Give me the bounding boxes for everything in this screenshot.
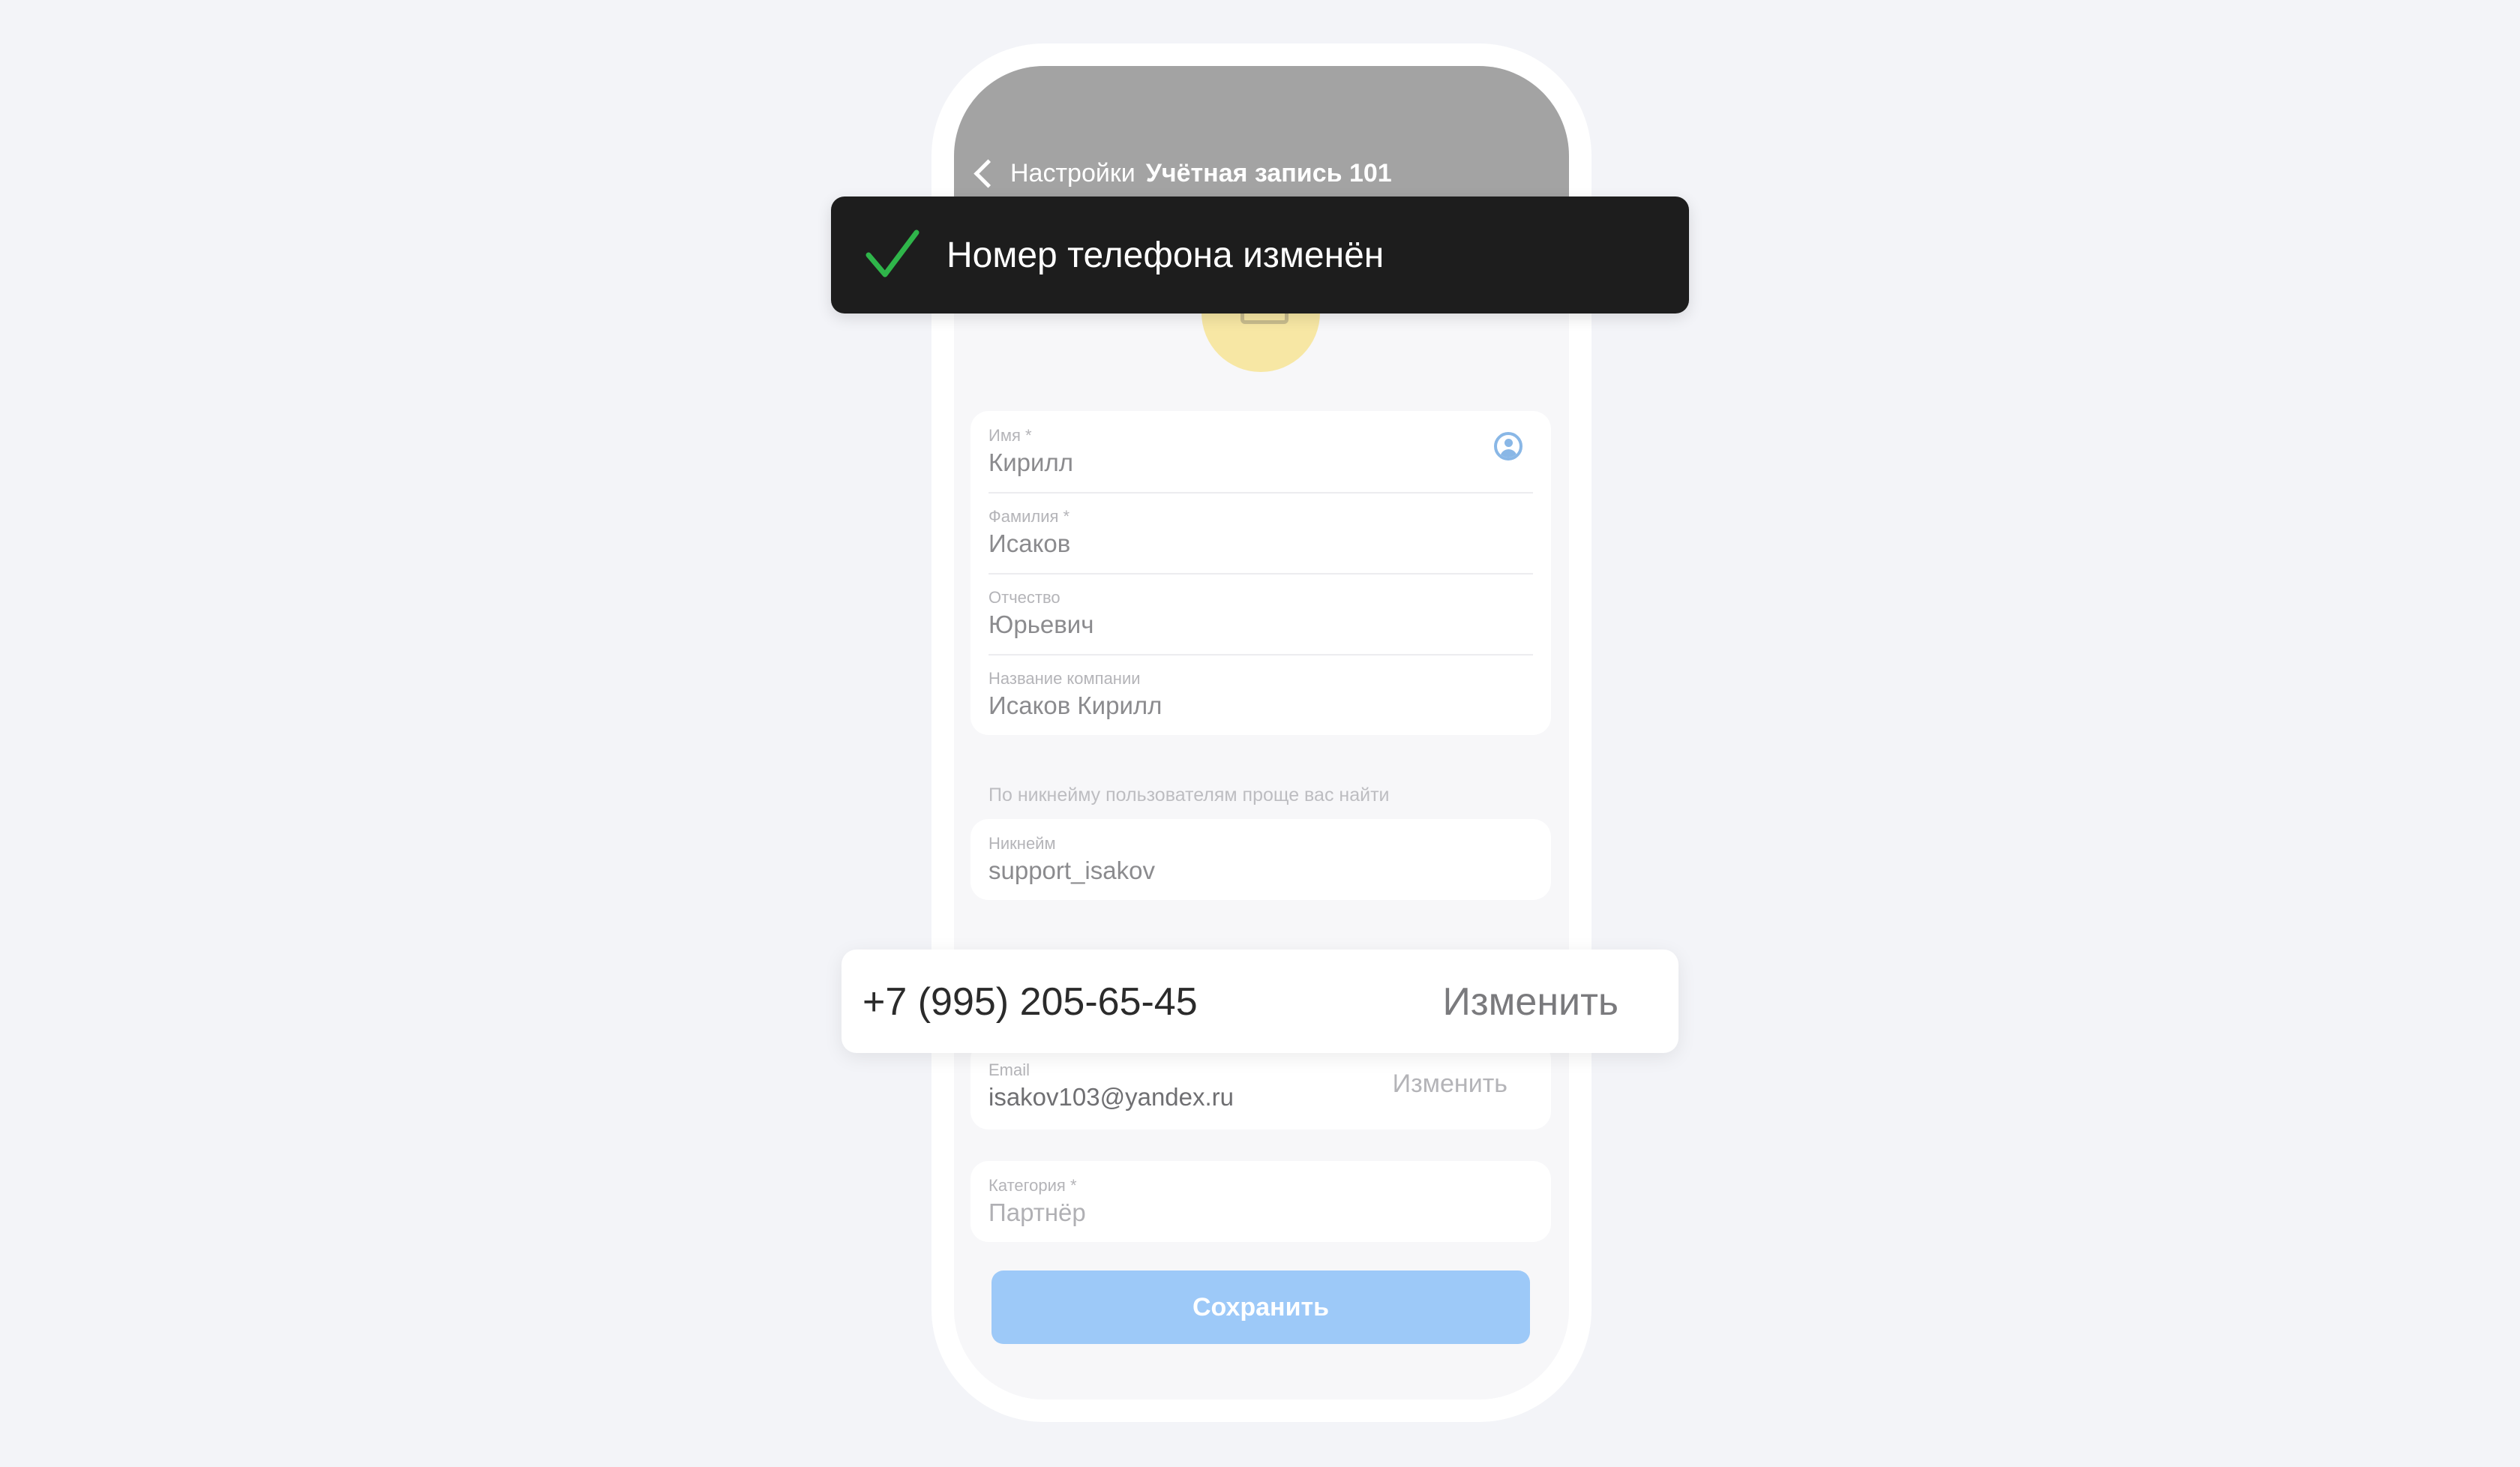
email-label: Email (988, 1060, 1030, 1079)
company-name-value: Исаков Кирилл (988, 692, 1162, 719)
phone-number-value: +7 (995) 205-65-45 (862, 980, 1198, 1024)
contact-icon-body (1500, 449, 1517, 458)
first-name-field[interactable]: Имя * Кирилл (970, 411, 1551, 492)
last-name-value: Исаков (988, 530, 1071, 557)
nickname-card: Никнейм support_isakov (970, 819, 1551, 900)
chevron-left-icon[interactable] (974, 158, 1003, 188)
first-name-value: Кирилл (988, 448, 1073, 476)
contact-picker-icon[interactable] (1494, 432, 1522, 460)
profile-card: Имя * Кирилл Фамилия * Исаков Отчество Ю… (970, 411, 1551, 735)
middle-name-value: Юрьевич (988, 610, 1094, 638)
company-name-field[interactable]: Название компании Исаков Кирилл (970, 654, 1551, 735)
email-change-link[interactable]: Изменить (1393, 1070, 1508, 1099)
back-button[interactable]: Настройки (1010, 159, 1136, 188)
company-name-label: Название компании (988, 669, 1141, 688)
divider (988, 654, 1533, 656)
header-bar: Настройки Учётная запись 101 (954, 66, 1569, 197)
divider (988, 573, 1533, 574)
toast-notification: Номер телефона изменён (831, 196, 1689, 314)
phone-change-link[interactable]: Изменить (1442, 980, 1618, 1024)
contact-icon-head (1504, 439, 1513, 447)
email-card: Email isakov103@yandex.ru Изменить (970, 1041, 1551, 1130)
last-name-field[interactable]: Фамилия * Исаков (970, 492, 1551, 573)
nickname-value: support_isakov (988, 856, 1155, 884)
category-card: Категория * Партнёр (970, 1161, 1551, 1242)
nickname-label: Никнейм (988, 834, 1056, 853)
canvas: Настройки Учётная запись 101 Имя * Кирил… (0, 0, 2520, 1467)
divider (988, 492, 1533, 494)
toast-message: Номер телефона изменён (946, 235, 1384, 275)
category-field[interactable]: Категория * Партнёр (970, 1161, 1551, 1242)
navigation-bar: Настройки Учётная запись 101 (972, 154, 1392, 192)
email-field[interactable]: Email isakov103@yandex.ru Изменить (970, 1041, 1551, 1130)
category-label: Категория * (988, 1176, 1077, 1195)
middle-name-field[interactable]: Отчество Юрьевич (970, 573, 1551, 654)
middle-name-label: Отчество (988, 588, 1060, 607)
nickname-hint: По никнейму пользователям проще вас найт… (988, 784, 1390, 806)
first-name-label: Имя * (988, 426, 1032, 445)
checkmark-icon (866, 230, 920, 278)
nickname-field[interactable]: Никнейм support_isakov (970, 819, 1551, 900)
category-value: Партнёр (988, 1198, 1086, 1226)
page-title: Учётная запись 101 (1145, 158, 1392, 188)
phone-number-card: +7 (995) 205-65-45 Изменить (842, 950, 1678, 1053)
email-value: isakov103@yandex.ru (988, 1083, 1234, 1111)
last-name-label: Фамилия * (988, 507, 1070, 526)
save-button[interactable]: Сохранить (992, 1270, 1530, 1344)
